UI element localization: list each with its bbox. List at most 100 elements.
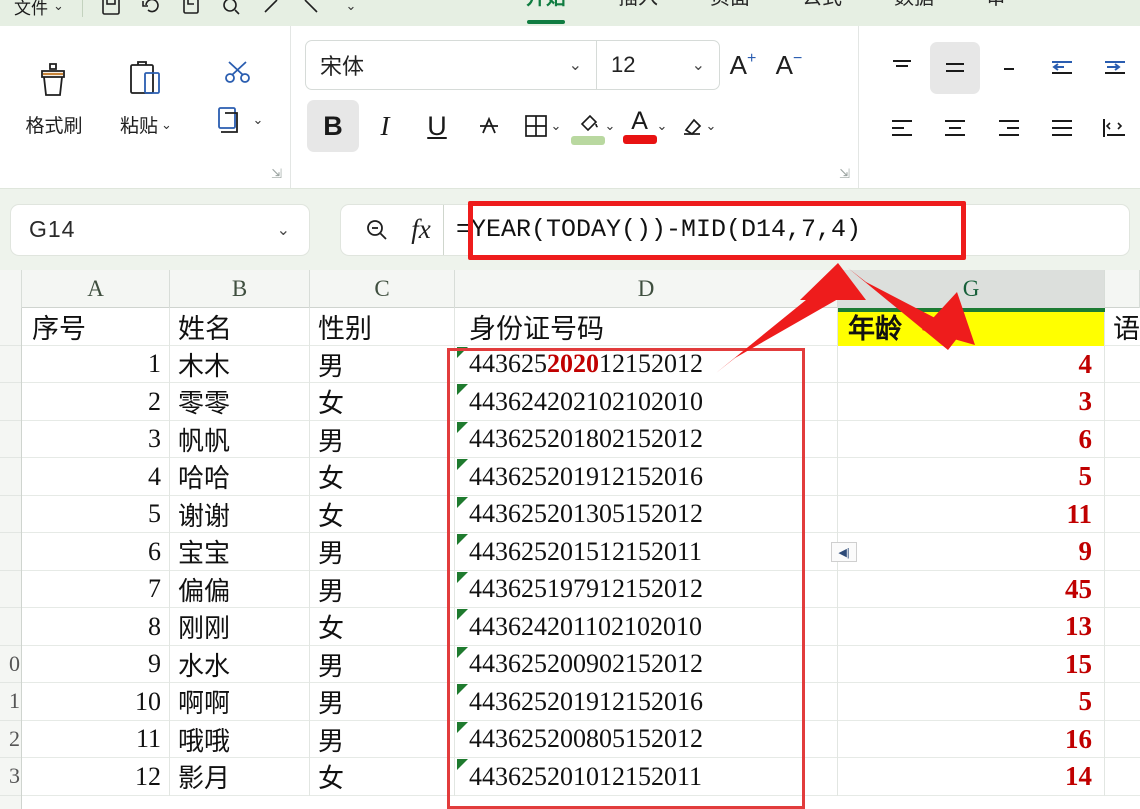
cell-age[interactable]: 4: [838, 345, 1105, 383]
align-bottom-icon[interactable]: [984, 42, 1033, 94]
more-chevron-icon[interactable]: ⌄: [331, 0, 371, 24]
cell-name[interactable]: 零零: [170, 383, 310, 421]
corner-select-all[interactable]: [0, 270, 22, 308]
header-cell-d[interactable]: 身份证号码: [455, 308, 838, 346]
save-icon[interactable]: [91, 0, 131, 24]
cell-serial[interactable]: 8: [22, 608, 170, 646]
copy-button[interactable]: ⌄: [213, 102, 263, 138]
cell-sex[interactable]: 男: [310, 420, 455, 458]
cell-next-column[interactable]: [1105, 646, 1140, 684]
row-header[interactable]: 0: [0, 646, 21, 683]
underline-button[interactable]: U: [411, 100, 463, 152]
clear-format-button[interactable]: ⌄: [671, 100, 723, 152]
decrease-font-size-button[interactable]: A −: [766, 40, 812, 90]
cell-sex[interactable]: 男: [310, 683, 455, 721]
cell-next-column[interactable]: [1105, 608, 1140, 646]
header-cell-c[interactable]: 性别: [310, 308, 455, 346]
row-header[interactable]: [0, 308, 21, 346]
cell-next-column[interactable]: [1105, 533, 1140, 571]
tab-formula[interactable]: 公式: [776, 0, 868, 22]
cell-name[interactable]: 水水: [170, 645, 310, 683]
font-family-select[interactable]: 宋体 ⌄: [306, 41, 596, 89]
cut-button[interactable]: [218, 44, 258, 100]
cell-id-number[interactable]: 44362520180 2152012: [455, 420, 838, 458]
cell-next-column[interactable]: [1105, 421, 1140, 459]
cell-name[interactable]: 啊啊: [170, 683, 310, 721]
cell-serial[interactable]: 1: [22, 345, 170, 383]
chevron-down-icon[interactable]: ⌄: [706, 118, 717, 134]
cell-name[interactable]: 木木: [170, 345, 310, 383]
cell-serial[interactable]: 9: [22, 645, 170, 683]
tab-page[interactable]: 页面: [684, 0, 776, 22]
cell-next-column[interactable]: [1105, 383, 1140, 421]
wrap-text-icon[interactable]: [1091, 102, 1140, 154]
tab-home[interactable]: 开始: [500, 0, 592, 22]
bold-button[interactable]: B: [307, 100, 359, 152]
cell-serial[interactable]: 5: [22, 495, 170, 533]
cell-age[interactable]: 5: [838, 683, 1105, 721]
name-box[interactable]: G14 ⌄: [10, 203, 310, 256]
header-cell-h[interactable]: 语: [1105, 308, 1140, 346]
row-header[interactable]: [0, 346, 21, 383]
formula-input[interactable]: =YEAR(TODAY())-MID(D14,7,4): [443, 204, 1129, 255]
cell-sex[interactable]: 男: [310, 720, 455, 758]
redo-icon[interactable]: [171, 0, 211, 24]
borders-button[interactable]: ⌄: [515, 100, 567, 152]
column-header-g[interactable]: G: [838, 270, 1105, 308]
cell-age[interactable]: 5: [838, 458, 1105, 496]
format-painter-button[interactable]: 格式刷: [18, 53, 90, 138]
cell-serial[interactable]: 2: [22, 383, 170, 421]
decrease-indent-icon[interactable]: [1037, 42, 1086, 94]
cell-id-number[interactable]: 44362519791 2152012: [455, 570, 838, 608]
cell-sex[interactable]: 男: [310, 533, 455, 571]
cell-name[interactable]: 哦哦: [170, 720, 310, 758]
font-size-select[interactable]: 12 ⌄: [597, 41, 719, 89]
row-header[interactable]: 3: [0, 758, 21, 796]
tab-review[interactable]: 审: [960, 0, 1032, 22]
cell-id-number[interactable]: 44362520090 2152012: [455, 645, 838, 683]
cell-name[interactable]: 谢谢: [170, 495, 310, 533]
cell-age[interactable]: 14: [838, 758, 1105, 796]
align-middle-icon[interactable]: [930, 42, 980, 94]
align-right-icon[interactable]: [984, 102, 1033, 154]
font-dialog-launcher[interactable]: ⇲: [839, 166, 850, 182]
row-header[interactable]: [0, 496, 21, 533]
cell-id-number[interactable]: 44362420210 2102010: [455, 383, 838, 421]
row-header[interactable]: [0, 383, 21, 421]
pen-icon[interactable]: [251, 0, 291, 24]
clipboard-dialog-launcher[interactable]: ⇲: [271, 166, 282, 182]
paste-button[interactable]: 粘贴 ⌄: [110, 53, 182, 138]
cell-serial[interactable]: 12: [22, 758, 170, 796]
fill-color-button[interactable]: ⌄: [567, 100, 619, 152]
cell-serial[interactable]: 10: [22, 683, 170, 721]
row-header[interactable]: 1: [0, 683, 21, 721]
cell-name[interactable]: 刚刚: [170, 608, 310, 646]
undo-icon[interactable]: [131, 0, 171, 24]
cell-sex[interactable]: 女: [310, 495, 455, 533]
cell-name[interactable]: 帆帆: [170, 420, 310, 458]
row-header[interactable]: [0, 608, 21, 646]
column-header-d[interactable]: D: [455, 270, 838, 308]
cell-name[interactable]: 影月: [170, 758, 310, 796]
cell-next-column[interactable]: [1105, 346, 1140, 384]
cell-age[interactable]: 45: [838, 570, 1105, 608]
row-header[interactable]: [0, 571, 21, 608]
tab-data[interactable]: 数据: [868, 0, 960, 22]
cell-sex[interactable]: 女: [310, 758, 455, 796]
column-header-c[interactable]: C: [310, 270, 455, 308]
cell-id-number[interactable]: 44362520191 2152016: [455, 458, 838, 496]
header-cell-b[interactable]: 姓名: [170, 308, 310, 346]
fx-icon[interactable]: fx: [399, 214, 443, 245]
cell-serial[interactable]: 7: [22, 570, 170, 608]
cell-next-column[interactable]: [1105, 571, 1140, 609]
cell-serial[interactable]: 3: [22, 420, 170, 458]
align-center-icon[interactable]: [930, 102, 979, 154]
tab-insert[interactable]: 插入: [592, 0, 684, 22]
cell-sex[interactable]: 女: [310, 458, 455, 496]
cell-serial[interactable]: 4: [22, 458, 170, 496]
chevron-down-icon[interactable]: ⌄: [657, 118, 668, 134]
cell-age[interactable]: 13: [838, 608, 1105, 646]
cell-id-number[interactable]: 44362420110 2102010: [455, 608, 838, 646]
chevron-down-icon[interactable]: ⌄: [605, 118, 616, 134]
cell-next-column[interactable]: [1105, 458, 1140, 496]
